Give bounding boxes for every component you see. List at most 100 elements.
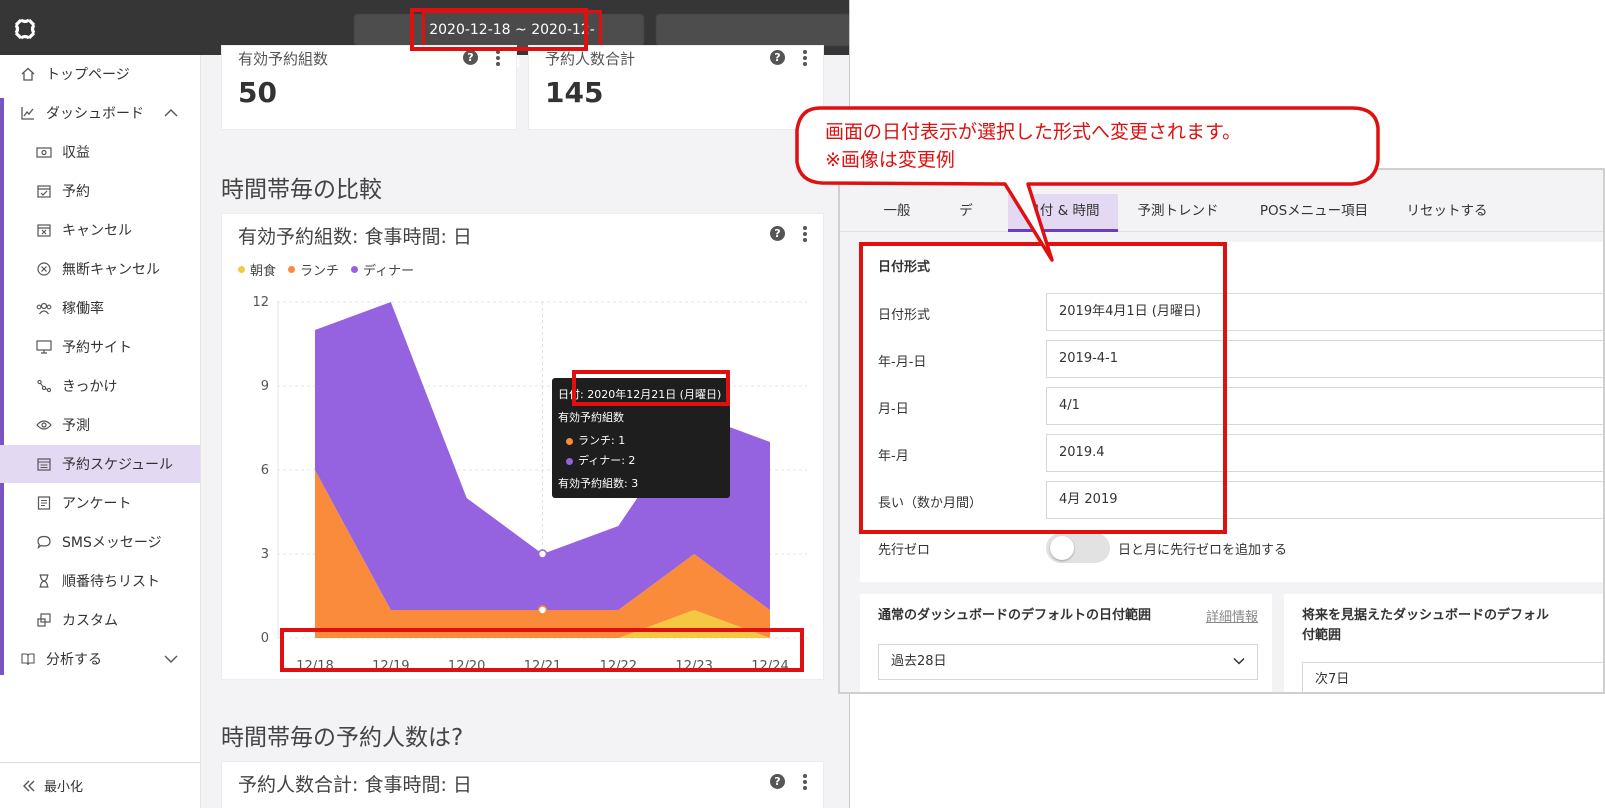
x-tick-label: 12/24 [751,659,788,674]
tooltip-lunch: ランチ: 1 [566,432,625,448]
tab-general[interactable]: 一般 [862,194,932,232]
eye-icon [36,417,52,433]
main-content: 有効予約組数 50 ? 予約人数合計 145 ? 時間帯毎の比較 有効予約組数:… [201,45,849,808]
sidebar-item-sources[interactable]: きっかけ [0,367,200,405]
chart-line-icon [20,105,36,121]
panel-title: 日付形式 [878,260,931,275]
row-label: 日付形式 [878,308,931,323]
sidebar-item-label: キャンセル [62,223,132,239]
sidebar-item-forecast[interactable]: 予測 [0,406,200,444]
row-label: 年-月 [878,449,909,464]
sidebar-item-label: 予測 [62,418,90,434]
toggle-description: 日と月に先行ゼロを追加する [1118,543,1288,558]
sidebar-item-label: ダッシュボード [46,106,144,122]
sidebar-item-label: 予約サイト [62,340,132,356]
sidebar-item-booking-sites[interactable]: 予約サイト [0,328,200,366]
callout-line: 画面の日付表示が選択した形式へ変更されます。 [825,121,1242,143]
kpi-label: 有効予約組数 [238,50,329,68]
sidebar-item-cancellations[interactable]: キャンセル [0,211,200,249]
circle-x-icon [36,261,52,277]
tooltip-total: 有効予約組数: 3 [558,477,639,490]
tooltip-metric: 有効予約組数 [558,411,624,424]
chevron-up-icon[interactable] [164,106,178,120]
sidebar-item-label: きっかけ [62,379,118,395]
tooltip-dinner-value: ディナー: 2 [578,454,636,467]
card-title-line: 将来を見据えたダッシュボードのデフォル [1302,608,1550,623]
stacked-area-chart[interactable]: 0 3 6 9 12 12/18 12/19 12/20 12/21 12/22 12/23 12/2… [222,260,825,680]
sidebar-item-label: SMSメッセージ [62,535,162,551]
sidebar-item-no-shows[interactable]: 無断キャンセル [0,250,200,288]
x-tick-label: 12/21 [524,659,561,674]
tab-date-time[interactable]: 日付 & 時間 [1008,194,1118,232]
y-tick-label: 12 [252,295,269,310]
date-range-display[interactable]: 2020-12-18 ~ 2020-12-24 [422,10,602,72]
toggle-knob [1050,536,1074,560]
select-value: 過去28日 [891,654,947,669]
sidebar-item-custom[interactable]: カスタム [0,601,200,639]
y-tick-label: 6 [261,463,269,478]
schedule-icon [36,456,52,472]
tab-pos-menu-items[interactable]: POSメニュー項目 [1244,194,1384,232]
x-tick-label: 12/19 [372,659,409,674]
location-picker-pill[interactable] [656,14,849,46]
settings-window: 一般 デ 日付 & 時間 予測トレンド POSメニュー項目 リセットする 日付形… [838,168,1605,694]
sidebar-item-top-page[interactable]: トップページ [0,55,200,93]
minimize-label: 最小化 [44,780,84,795]
sidebar-item-analyze[interactable]: 分析する [0,640,200,678]
sidebar-item-revenue[interactable]: 収益 [0,133,200,171]
year-month-field[interactable]: 2019.4 [1046,434,1603,472]
hourglass-icon [36,573,52,589]
help-icon[interactable]: ? [770,226,785,241]
more-options-icon[interactable] [495,50,501,66]
year-month-day-field[interactable]: 2019-4-1 [1046,340,1603,378]
custom-icon [36,612,52,628]
legend-dot [566,457,573,465]
more-options-icon[interactable] [802,226,808,242]
sidebar-item-waitlist[interactable]: 順番待ちリスト [0,562,200,600]
details-link[interactable]: 詳細情報 [1206,606,1258,625]
book-icon [20,651,36,667]
sidebar-item-sms[interactable]: SMSメッセージ [0,523,200,561]
select-value: 次7日 [1315,672,1350,687]
help-icon[interactable]: ? [463,50,478,65]
kpi-card-total-guests: 予約人数合計 145 ? [528,45,824,130]
more-options-icon[interactable] [802,774,808,790]
row-label: 月-日 [878,402,909,417]
long-months-field[interactable]: 4月 2019 [1046,481,1603,519]
hover-point [537,605,548,615]
minimize-sidebar-button[interactable]: 最小化 [0,762,200,808]
date-format-field[interactable]: 2019年4月1日 (月曜日) [1046,293,1603,331]
x-tick-label: 12/18 [296,659,333,674]
sidebar-item-reservations[interactable]: 予約 [0,172,200,210]
sidebar-item-label: アンケート [62,496,132,512]
help-icon[interactable]: ? [770,50,785,65]
tab-forecast-trend[interactable]: 予測トレンド [1128,194,1228,232]
chart-card: 有効予約組数: 食事時間: 日 ? 朝食 ランチ ディナー 0 3 6 9 12… [221,213,824,680]
leading-zero-toggle[interactable] [1046,533,1110,563]
app-logo-icon[interactable] [12,16,38,42]
month-day-field[interactable]: 4/1 [1046,387,1603,425]
tab-data[interactable]: デ [936,194,996,232]
chart-title: 有効予約組数: 食事時間: 日 [238,226,472,248]
help-icon[interactable]: ? [770,774,785,789]
chart-card-guests: 予約人数合計: 食事時間: 日 ? [221,761,824,808]
calendar-check-icon [36,183,52,199]
date-format-panel: 日付形式 日付形式 2019年4月1日 (月曜日) 年-月-日 2019-4-1… [860,242,1603,582]
more-options-icon[interactable] [802,50,808,66]
chevron-down-icon[interactable] [164,652,178,666]
home-icon [20,66,36,82]
y-tick-label: 9 [261,379,269,394]
tooltip-date: 日付: 2020年12月21日 (月曜日) [558,388,722,401]
sidebar-item-label: 無断キャンセル [62,262,160,278]
sidebar-item-occupancy[interactable]: 稼働率 [0,289,200,327]
survey-icon [36,495,52,511]
default-range-select[interactable]: 過去28日 [878,644,1258,680]
sidebar-item-label: カスタム [62,613,118,629]
nodes-icon [36,378,52,394]
sidebar-item-dashboard[interactable]: ダッシュボード [0,94,200,132]
sidebar-item-survey[interactable]: アンケート [0,484,200,522]
tab-reset[interactable]: リセットする [1392,194,1502,232]
future-range-select[interactable]: 次7日 [1302,662,1603,692]
section-title: 時間帯毎の予約人数は? [221,725,464,751]
sidebar-item-reservation-schedule[interactable]: 予約スケジュール [0,445,200,483]
